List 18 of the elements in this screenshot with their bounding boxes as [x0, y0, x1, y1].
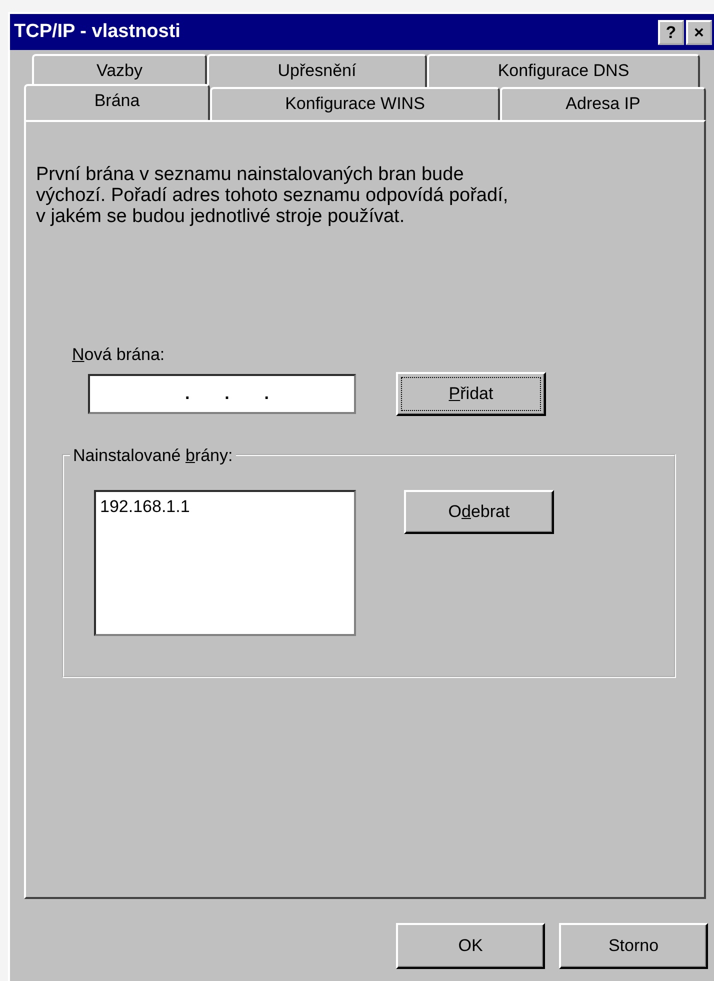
tab[interactable]: Konfigurace WINS	[210, 87, 500, 120]
ok-button[interactable]: OK	[396, 923, 545, 969]
tab[interactable]: Upřesnění	[207, 54, 427, 87]
cancel-button[interactable]: Storno	[559, 923, 708, 969]
tab[interactable]: Adresa IP	[500, 87, 706, 120]
add-button[interactable]: Přidat	[396, 372, 546, 416]
help-button[interactable]: ?	[658, 20, 684, 44]
description-text: První brána v seznamu nainstalovaných bran bude výchozí. Pořadí adres tohoto seznamu odpovídá pořadí, v jakém se budou jednotlivé stroje používat.	[36, 164, 510, 227]
ip-address-field[interactable]: . . .	[88, 374, 356, 414]
window-title: TCP/IP - vlastnosti	[14, 20, 182, 44]
tab[interactable]: Brána	[24, 84, 210, 120]
tab[interactable]: Vazby	[32, 54, 207, 87]
remove-button[interactable]: Odebrat	[404, 490, 554, 534]
list-item[interactable]: 192.168.1.1	[100, 494, 350, 519]
tab[interactable]: Konfigurace DNS	[427, 54, 700, 87]
gateway-list[interactable]: 192.168.1.1	[94, 490, 356, 636]
field-label: Nová brána:	[72, 344, 165, 366]
close-button[interactable]: ×	[686, 20, 712, 44]
